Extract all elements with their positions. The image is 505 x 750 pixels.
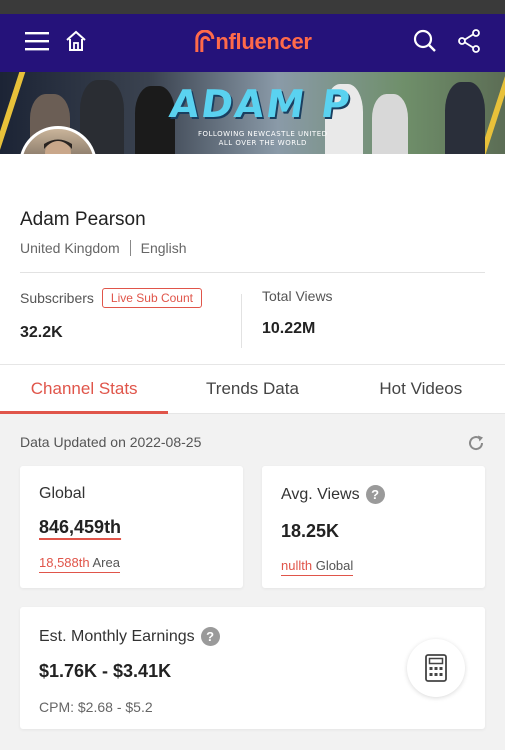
earnings-title-row: Est. Monthly Earnings ? [39, 627, 220, 646]
area-rank-label: Area [92, 555, 120, 570]
views-label: Total Views [262, 288, 333, 304]
subscribers-stat: Subscribers Live Sub Count 32.2K [20, 288, 202, 342]
earnings-card: Est. Monthly Earnings ? $1.76K - $3.41K … [20, 607, 485, 729]
status-strip [0, 0, 505, 14]
country-label: United Kingdom [20, 240, 120, 256]
banner-subtitle-line1: FOLLOWING NEWCASTLE UNITED [198, 130, 328, 138]
home-icon[interactable] [65, 30, 87, 57]
channel-name: Adam Pearson [20, 209, 146, 230]
avg-views-value: 18.25K [281, 521, 340, 541]
share-icon[interactable] [457, 29, 481, 58]
logo-text: nfluencer [215, 29, 312, 54]
avg-views-title-row: Avg. Views ? [281, 485, 385, 504]
refresh-icon[interactable] [467, 434, 485, 457]
stat-divider [241, 294, 242, 348]
cpm-label: CPM: $2.68 - $5.2 [39, 699, 153, 715]
views-global-rank-label: Global [315, 558, 354, 573]
profile-info: Adam Pearson United Kingdom English Subs… [0, 154, 505, 364]
app-logo[interactable]: nfluencer [193, 29, 312, 55]
logo-mark-icon [194, 30, 214, 52]
global-rank-value: 846,459th [39, 517, 122, 537]
banner-subtitle: FOLLOWING NEWCASTLE UNITED ALL OVER THE … [198, 130, 328, 148]
divider [20, 272, 485, 273]
help-icon[interactable]: ? [200, 627, 220, 646]
subscribers-value: 32.2K [20, 324, 63, 341]
avg-views-title: Avg. Views [281, 485, 360, 503]
calculator-icon [425, 654, 447, 682]
earnings-title: Est. Monthly Earnings [39, 627, 195, 645]
channel-meta: United Kingdom English [20, 240, 187, 256]
search-icon[interactable] [413, 29, 437, 58]
global-rank-link[interactable]: nullth Global [281, 558, 354, 576]
data-updated-label: Data Updated on 2022-08-25 [20, 434, 202, 450]
banner-subtitle-line2: ALL OVER THE WORLD [218, 139, 307, 147]
menu-icon[interactable] [25, 31, 49, 56]
top-navbar: nfluencer [0, 14, 505, 72]
tab-trends-data[interactable]: Trends Data [168, 365, 336, 413]
calculator-button[interactable] [407, 639, 465, 697]
views-stat: Total Views 10.22M [262, 288, 333, 338]
tab-hot-videos[interactable]: Hot Videos [337, 365, 505, 413]
help-icon[interactable]: ? [365, 485, 385, 504]
tab-channel-stats[interactable]: Channel Stats [0, 365, 169, 414]
language-label: English [140, 240, 187, 256]
subscribers-label: Subscribers [20, 290, 94, 306]
global-rank-card: Global 846,459th 18,588th Area [20, 466, 243, 588]
live-sub-count-button[interactable]: Live Sub Count [101, 288, 202, 308]
area-rank-value: 18,588th [39, 555, 90, 570]
views-value: 10.22M [262, 320, 316, 337]
global-card-title: Global [39, 485, 86, 502]
earnings-value: $1.76K - $3.41K [39, 661, 172, 681]
tab-bar: Channel Stats Trends Data Hot Videos [0, 364, 505, 414]
banner-title: ADAM P [166, 82, 355, 126]
area-rank-link[interactable]: 18,588th Area [39, 555, 120, 573]
views-global-rank-value: nullth [281, 558, 313, 573]
avg-views-card: Avg. Views ? 18.25K nullth Global [262, 466, 485, 588]
meta-divider [129, 240, 131, 256]
